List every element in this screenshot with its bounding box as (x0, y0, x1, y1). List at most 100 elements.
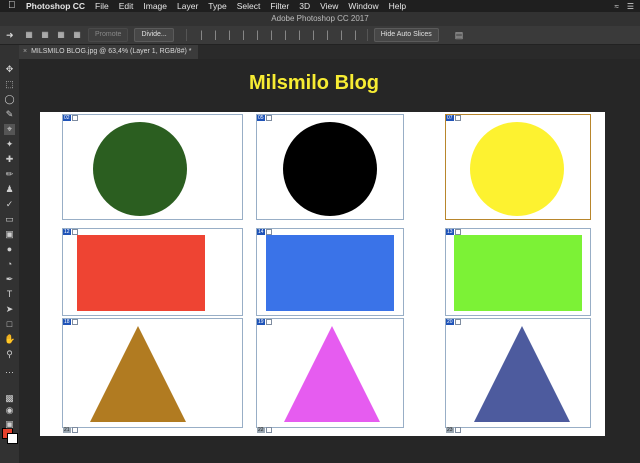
pen-tool-icon[interactable]: ✒ (4, 274, 15, 285)
hide-auto-slices-button[interactable]: Hide Auto Slices (373, 28, 439, 42)
slice-outline[interactable] (256, 114, 404, 220)
slice-outline[interactable] (445, 228, 591, 316)
healing-brush-tool-icon[interactable]: ✚ (4, 154, 15, 165)
marquee-tool-icon[interactable]: ⬚ (4, 79, 15, 90)
align-horizontal-center-icon[interactable]: ▕ (249, 31, 261, 40)
align-left-icon[interactable]: ▕ (235, 31, 247, 40)
bring-to-front-icon[interactable]: ▦ (40, 30, 50, 40)
crop-slice-tool-icon[interactable]: ⌖ (4, 124, 15, 135)
default-colors-icon[interactable]: ▩ (4, 393, 15, 404)
slice-options-icon[interactable]: ▤ (455, 30, 464, 41)
slice-link-icon (454, 229, 461, 235)
slice-link-icon (454, 115, 461, 121)
notification-icon[interactable]: ☰ (627, 2, 634, 11)
document-tab[interactable]: × MILSMILO BLOG.jpg @ 63,4% (Layer 1, RG… (19, 45, 198, 59)
slice-tag[interactable]: 13 (446, 229, 461, 235)
gradient-tool-icon[interactable]: ▣ (4, 229, 15, 240)
slice-outline[interactable] (62, 318, 243, 428)
slice-outline[interactable] (62, 114, 243, 220)
type-tool-icon[interactable]: T (4, 289, 15, 300)
tools-panel: ✥ ⬚ ◯ ✎ ⌖ ✦ ✚ ✏ ♟ ✓ ▭ ▣ ● ◔ ✒ T ➤ □ ✋ ⚲ … (0, 45, 20, 463)
slice-tag[interactable]: 12 (63, 229, 78, 235)
align-right-icon[interactable]: ▕ (263, 31, 275, 40)
send-backward-icon[interactable]: ▦ (56, 30, 66, 40)
align-vertical-center-icon[interactable]: ▕ (207, 31, 219, 40)
menu-filter[interactable]: Filter (270, 0, 289, 12)
menu-view[interactable]: View (320, 0, 338, 12)
quick-select-tool-icon[interactable]: ✎ (4, 109, 15, 120)
slice-select-tool-icon[interactable]: ➜ (6, 30, 24, 41)
menu-image[interactable]: Image (143, 0, 167, 12)
send-to-back-icon[interactable]: ▦ (72, 30, 82, 40)
slice-outline[interactable] (445, 318, 591, 428)
divide-button[interactable]: Divide... (134, 28, 174, 42)
document-canvas[interactable]: 02 05 07 12 14 13 18 19 20 21 22 23 (40, 112, 605, 436)
menu-layer[interactable]: Layer (177, 0, 198, 12)
slice-number: 18 (63, 319, 71, 325)
canvas-title: Milsmilo Blog (249, 72, 379, 94)
slice-tag[interactable]: 05 (257, 115, 272, 121)
slice-outline[interactable] (256, 228, 404, 316)
selected-slice-outline[interactable] (445, 114, 591, 220)
menu-app-name[interactable]: Photoshop CC (26, 0, 85, 12)
align-bottom-icon[interactable]: ▕ (221, 31, 233, 40)
blur-tool-icon[interactable]: ● (4, 244, 15, 255)
wifi-icon[interactable]: ≈ (614, 2, 618, 11)
more-tools-icon[interactable]: ⋯ (4, 367, 15, 378)
eraser-tool-icon[interactable]: ▭ (4, 214, 15, 225)
slice-tag[interactable]: 21 (63, 427, 78, 433)
menu-type[interactable]: Type (208, 0, 226, 12)
history-brush-tool-icon[interactable]: ✓ (4, 199, 15, 210)
distribute-top-icon[interactable]: ▕ (277, 31, 289, 40)
zoom-tool-icon[interactable]: ⚲ (4, 349, 15, 360)
distribute-left-icon[interactable]: ▕ (319, 31, 331, 40)
move-tool-icon[interactable]: ✥ (4, 64, 15, 75)
promote-button[interactable]: Promote (88, 28, 129, 42)
rectangle-tool-icon[interactable]: □ (4, 319, 15, 330)
eyedropper-tool-icon[interactable]: ✦ (4, 139, 15, 150)
slice-link-icon (71, 229, 78, 235)
slice-tag[interactable]: 02 (63, 115, 78, 121)
screen-mode-icon[interactable]: ▣ (4, 419, 15, 430)
options-bar: ➜ ▦ ▦ ▦ ▦ Promote Divide... ▕ ▕ ▕ ▕ ▕ ▕ … (0, 26, 640, 45)
distribute-center-icon[interactable]: ▕ (291, 31, 303, 40)
close-tab-icon[interactable]: × (23, 45, 27, 59)
document-tab-bar: × MILSMILO BLOG.jpg @ 63,4% (Layer 1, RG… (19, 45, 640, 60)
slice-tag[interactable]: 19 (257, 319, 272, 325)
slice-outline[interactable] (62, 228, 243, 316)
hand-tool-icon[interactable]: ✋ (4, 334, 15, 345)
distribute-hcenter-icon[interactable]: ▕ (333, 31, 345, 40)
slice-outline[interactable] (256, 318, 404, 428)
window-title: Adobe Photoshop CC 2017 (0, 12, 640, 26)
distribute-right-icon[interactable]: ▕ (347, 31, 359, 40)
slice-number: 13 (446, 229, 454, 235)
align-top-icon[interactable]: ▕ (193, 31, 205, 40)
path-selection-tool-icon[interactable]: ➤ (4, 304, 15, 315)
menu-bar:  Photoshop CC File Edit Image Layer Typ… (0, 0, 640, 12)
menu-help[interactable]: Help (389, 0, 406, 12)
brush-tool-icon[interactable]: ✏ (4, 169, 15, 180)
dodge-tool-icon[interactable]: ◔ (4, 259, 15, 270)
menu-3d[interactable]: 3D (299, 0, 310, 12)
background-color-swatch[interactable] (7, 433, 18, 444)
slice-number: 19 (257, 319, 265, 325)
lasso-tool-icon[interactable]: ◯ (4, 94, 15, 105)
quick-mask-icon[interactable]: ◉ (4, 405, 15, 416)
slice-link-icon (265, 115, 272, 121)
slice-link-icon (71, 115, 78, 121)
apple-icon[interactable]:  (8, 0, 18, 12)
slice-tag[interactable]: 07 (446, 115, 461, 121)
slice-tag[interactable]: 22 (257, 427, 272, 433)
menu-edit[interactable]: Edit (119, 0, 134, 12)
menu-file[interactable]: File (95, 0, 109, 12)
slice-tag[interactable]: 14 (257, 229, 272, 235)
menu-select[interactable]: Select (237, 0, 261, 12)
slice-tag[interactable]: 23 (446, 427, 461, 433)
clone-stamp-tool-icon[interactable]: ♟ (4, 184, 15, 195)
slice-tag[interactable]: 20 (446, 319, 461, 325)
slice-tag[interactable]: 18 (63, 319, 78, 325)
menu-window[interactable]: Window (348, 0, 378, 12)
slice-number: 14 (257, 229, 265, 235)
distribute-bottom-icon[interactable]: ▕ (305, 31, 317, 40)
bring-forward-icon[interactable]: ▦ (24, 30, 34, 40)
